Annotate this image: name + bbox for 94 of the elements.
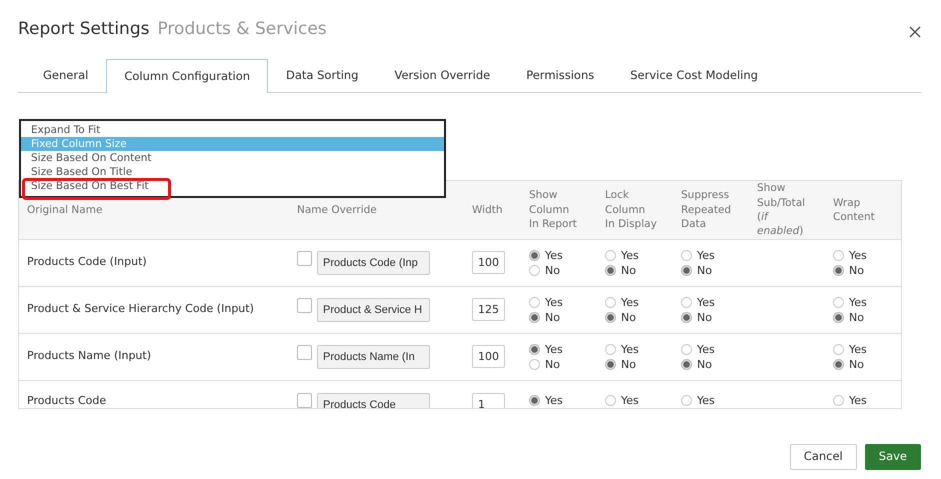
cancel-button[interactable]: Cancel (790, 444, 857, 470)
dialog-subtitle: Products & Services (157, 18, 327, 42)
radio-button[interactable] (529, 296, 540, 308)
column-header: Width (472, 204, 503, 216)
radio-button[interactable] (605, 312, 616, 322)
radio-button[interactable] (681, 296, 692, 308)
radio-button[interactable] (605, 394, 616, 406)
radio-label: Yes (697, 342, 715, 356)
checkbox[interactable] (297, 344, 312, 360)
radio-label: Yes (849, 248, 867, 262)
radio-button[interactable] (833, 312, 844, 322)
radio-label: Yes (697, 248, 715, 262)
dropdown-option[interactable]: Size Based On Content (21, 151, 444, 165)
tab[interactable]: Service Cost Modeling (612, 59, 776, 92)
name-override-field[interactable]: Products Name (In (317, 344, 430, 368)
radio-label: Yes (545, 392, 563, 408)
radio-button[interactable] (833, 344, 844, 354)
radio-button[interactable] (833, 394, 844, 406)
radio-button[interactable] (605, 344, 616, 354)
radio-label: No (849, 262, 864, 278)
name-override-field[interactable]: Products Code (317, 392, 430, 408)
radio-label: No (697, 356, 712, 372)
radio-label: Yes (849, 294, 867, 310)
radio-label: No (621, 310, 636, 324)
radio-label: Yes (621, 392, 639, 408)
width-field[interactable]: 100 (472, 345, 505, 368)
width-field[interactable]: 125 (472, 298, 505, 321)
radio-label: Yes (545, 294, 563, 310)
table-cell: Products Code (Input) (27, 255, 147, 268)
radio-label: Yes (621, 342, 639, 356)
radio-label: Yes (621, 294, 639, 310)
table-cell: Products Name (Input) (27, 349, 152, 362)
radio-button[interactable] (681, 358, 692, 370)
dropdown-option[interactable]: Size Based On Title (21, 165, 444, 179)
radio-label: No (621, 356, 636, 372)
radio-label: Yes (545, 342, 563, 356)
column-header: Name Override (297, 204, 377, 216)
radio-button[interactable] (605, 264, 616, 276)
radio-button[interactable] (529, 264, 540, 276)
tab[interactable]: Version Override (376, 59, 508, 92)
column-header: Show Sub/Total (if enabled) (757, 181, 806, 238)
width-field[interactable]: 1 (472, 392, 505, 408)
table-cell: Products Code (27, 394, 106, 406)
radio-button[interactable] (605, 296, 616, 308)
tab[interactable]: Permissions (508, 59, 612, 92)
radio-label: No (545, 262, 560, 278)
radio-button[interactable] (529, 394, 540, 406)
checkbox[interactable] (297, 298, 312, 312)
radio-button[interactable] (681, 250, 692, 260)
radio-label: No (697, 310, 712, 324)
radio-label: No (545, 356, 560, 372)
radio-label: No (849, 310, 864, 324)
radio-label: No (545, 310, 560, 324)
radio-button[interactable] (833, 358, 844, 370)
radio-button[interactable] (833, 264, 844, 276)
radio-label: No (849, 356, 864, 372)
radio-button[interactable] (681, 394, 692, 406)
table-cell: Product & Service Hierarchy Code (Input) (27, 302, 254, 316)
dropdown-option[interactable]: Expand To Fit (21, 123, 444, 137)
tab[interactable]: Column Configuration (106, 59, 268, 93)
radio-button[interactable] (833, 296, 844, 308)
column-header: Lock Column In Display (605, 188, 657, 231)
radio-button[interactable] (529, 250, 540, 260)
radio-button[interactable] (833, 250, 844, 260)
column-header: Wrap Content (833, 196, 875, 224)
radio-label: Yes (849, 342, 867, 356)
radio-label: Yes (621, 248, 639, 262)
radio-label: No (621, 262, 636, 278)
column-header: Show Column In Report (529, 188, 577, 231)
checkbox[interactable] (297, 392, 312, 408)
tab[interactable]: Data Sorting (268, 59, 376, 92)
radio-button[interactable] (529, 358, 540, 370)
radio-button[interactable] (681, 264, 692, 276)
dropdown-option[interactable]: Size Based On Best Fit (21, 179, 444, 193)
tab[interactable]: General (25, 59, 106, 92)
radio-label: Yes (697, 392, 715, 408)
width-field[interactable]: 100 (472, 251, 505, 274)
radio-button[interactable] (529, 344, 540, 354)
dialog-title: Report Settings (18, 18, 150, 42)
radio-button[interactable] (529, 312, 540, 322)
radio-button[interactable] (605, 250, 616, 260)
save-button[interactable]: Save (864, 444, 921, 470)
radio-button[interactable] (605, 358, 616, 370)
radio-button[interactable] (681, 312, 692, 322)
radio-label: Yes (545, 248, 563, 262)
name-override-field[interactable]: Products Code (Inp (317, 250, 430, 274)
name-override-field[interactable]: Product & Service H (317, 298, 430, 322)
column-header: Original Name (27, 204, 102, 216)
radio-label: Yes (697, 294, 715, 310)
radio-label: No (697, 262, 712, 278)
radio-label: Yes (849, 392, 867, 408)
checkbox[interactable] (297, 250, 312, 266)
column-header: Suppress Repeated Data (681, 188, 732, 231)
radio-button[interactable] (681, 344, 692, 354)
